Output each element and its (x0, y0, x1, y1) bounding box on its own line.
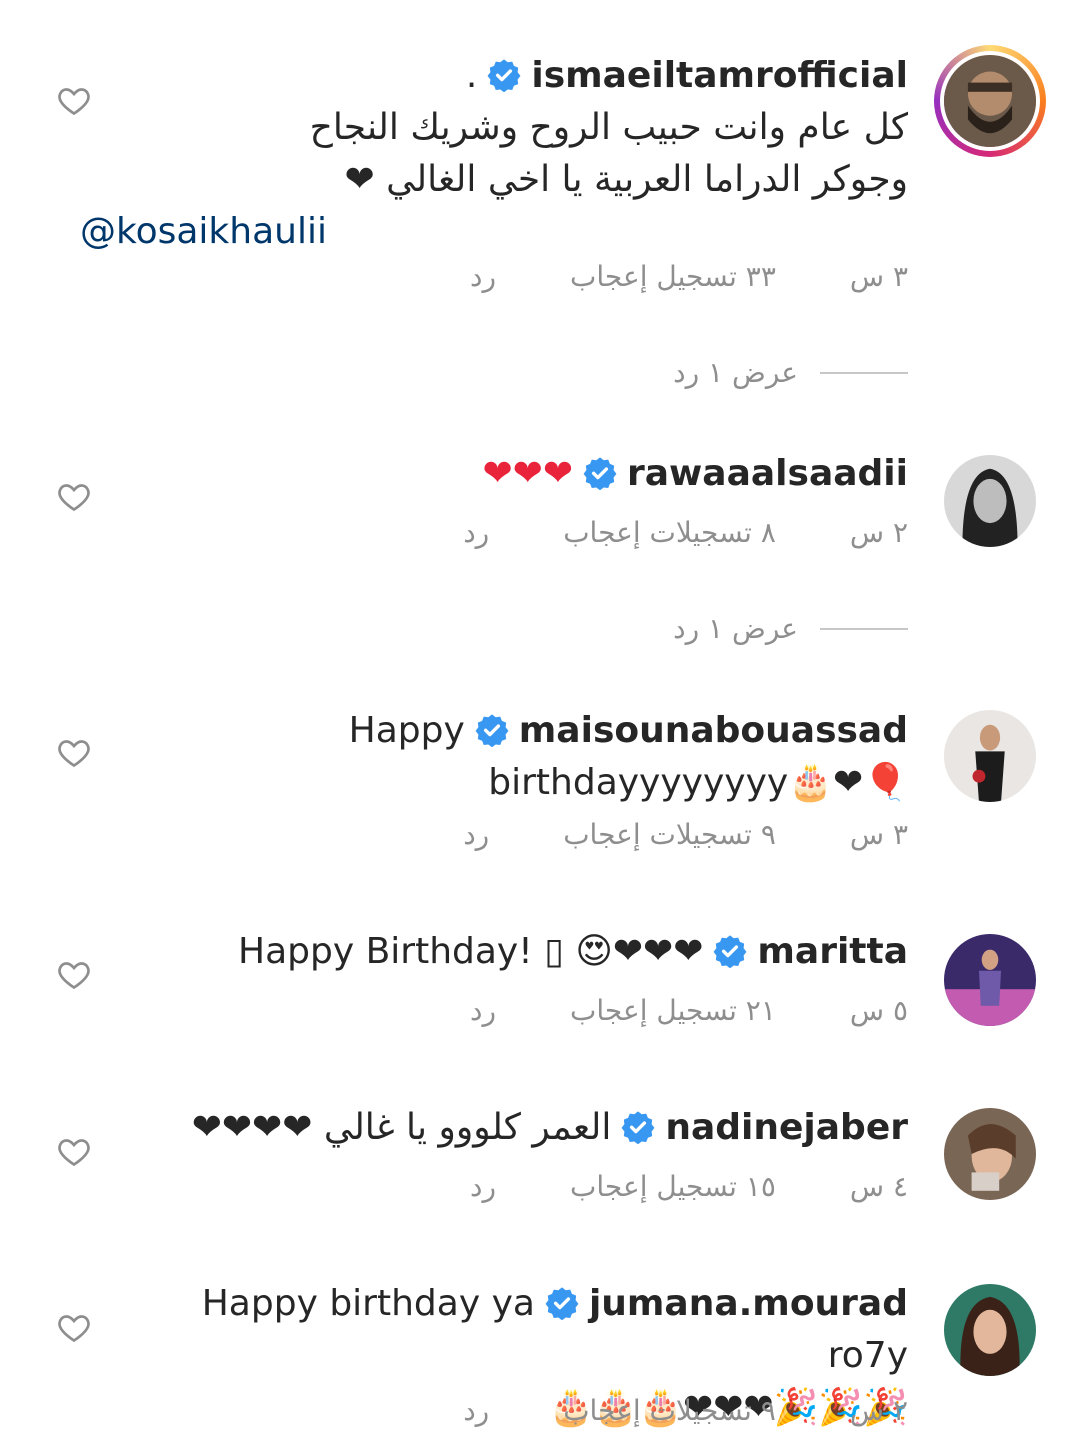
like-heart-icon[interactable] (56, 82, 92, 118)
comment-text: nadinejaber العمر كلووو يا غالي ❤❤❤❤ (128, 1102, 908, 1154)
reply-button[interactable]: رد (470, 1170, 496, 1203)
like-heart-icon[interactable] (56, 478, 92, 514)
avatar[interactable] (944, 455, 1036, 547)
divider (820, 371, 908, 374)
avatar[interactable] (944, 710, 1036, 802)
likes-count[interactable]: ٢١ تسجيل إعجاب (570, 994, 776, 1027)
comment-meta: ٤ س ١٥ تسجيل إعجاب رد (470, 1170, 908, 1203)
verified-badge-icon (621, 1111, 655, 1144)
timestamp: ٣ س (849, 818, 908, 851)
verified-badge-icon (487, 59, 521, 92)
profile-photo-icon (944, 1284, 1036, 1376)
comment-text: maisounabouassad Happy birthdayyyyyyyy🎂❤🎈 (128, 705, 908, 809)
comment-meta: ٣ س ٩ تسجيلات إعجاب رد (463, 818, 908, 851)
username[interactable]: maritta (757, 931, 908, 972)
username[interactable]: rawaaalsaadii (627, 453, 908, 494)
avatar[interactable] (944, 934, 1036, 1026)
view-replies-button[interactable]: عرض ١ رد (673, 612, 908, 645)
comment-body-line: كل عام وانت حبيب الروح وشريك النجاح (309, 107, 908, 148)
comment-text: rawaaalsaadii ❤❤❤ (128, 448, 909, 500)
likes-count[interactable]: ٣٣ تسجيل إعجاب (570, 260, 776, 293)
username[interactable]: ismaeiltamrofficial (531, 55, 908, 96)
comment-body-line: العمر كلووو يا غالي ❤❤❤❤ (191, 1107, 612, 1148)
reply-button[interactable]: رد (470, 260, 496, 293)
verified-badge-icon (713, 935, 747, 968)
username[interactable]: maisounabouassad (519, 710, 908, 751)
view-replies-label: عرض ١ رد (673, 612, 798, 645)
divider (820, 627, 908, 630)
reply-button[interactable]: رد (463, 1394, 489, 1427)
comment-body-line: birthdayyyyyyyy🎂❤🎈 (488, 762, 908, 803)
view-replies-button[interactable]: عرض ١ رد (673, 356, 908, 389)
profile-photo-icon (944, 55, 1036, 147)
comment-meta: ٣ س ٣٣ تسجيل إعجاب رد (470, 260, 908, 293)
reply-button[interactable]: رد (463, 516, 489, 549)
profile-photo-icon (944, 710, 1036, 802)
profile-photo-icon (944, 934, 1036, 1026)
avatar[interactable] (934, 45, 1046, 157)
comment-body-line: ❤❤❤ (482, 453, 574, 494)
verified-badge-icon (475, 714, 509, 747)
comment-meta: ٢ س ٩ تسجيلات إعجاب رد (463, 1394, 908, 1427)
comment-meta: ٢ س ٨ تسجيلات إعجاب رد (463, 516, 908, 549)
likes-count[interactable]: ١٥ تسجيل إعجاب (570, 1170, 776, 1203)
timestamp: ٥ س (849, 994, 908, 1027)
mention-link[interactable]: @kosaikhaulii (80, 206, 908, 258)
like-heart-icon[interactable] (56, 1133, 92, 1169)
reply-button[interactable]: رد (463, 818, 489, 851)
profile-photo-icon (944, 455, 1036, 547)
timestamp: ٢ س (849, 516, 908, 549)
comment-body-line: Happy Birthday! ▯ 😍❤❤❤ (238, 931, 704, 972)
comment-meta: ٥ س ٢١ تسجيل إعجاب رد (470, 994, 908, 1027)
avatar[interactable] (944, 1284, 1036, 1376)
view-replies-label: عرض ١ رد (673, 356, 798, 389)
reply-button[interactable]: رد (470, 994, 496, 1027)
comment-body-line: . (465, 55, 478, 96)
avatar[interactable] (944, 1108, 1036, 1200)
username[interactable]: nadinejaber (665, 1107, 908, 1148)
like-heart-icon[interactable] (56, 734, 92, 770)
comment-text: ismaeiltamrofficial. كل عام وانت حبيب ال… (80, 50, 908, 258)
timestamp: ٢ س (849, 1394, 908, 1427)
comment-body-line: Happy (348, 710, 465, 751)
username[interactable]: jumana.mourad (589, 1283, 908, 1324)
likes-count[interactable]: ٩ تسجيلات إعجاب (563, 818, 776, 851)
likes-count[interactable]: ٨ تسجيلات إعجاب (563, 516, 776, 549)
verified-badge-icon (545, 1287, 579, 1320)
timestamp: ٤ س (849, 1170, 908, 1203)
likes-count[interactable]: ٩ تسجيلات إعجاب (563, 1394, 776, 1427)
comment-body-line: وجوكر الدراما العربية يا اخي الغالي ❤ (344, 159, 908, 200)
timestamp: ٣ س (849, 260, 908, 293)
comment-text: maritta Happy Birthday! ▯ 😍❤❤❤ (128, 926, 908, 978)
like-heart-icon[interactable] (56, 1309, 92, 1345)
verified-badge-icon (583, 457, 617, 490)
like-heart-icon[interactable] (56, 956, 92, 992)
profile-photo-icon (944, 1108, 1036, 1200)
